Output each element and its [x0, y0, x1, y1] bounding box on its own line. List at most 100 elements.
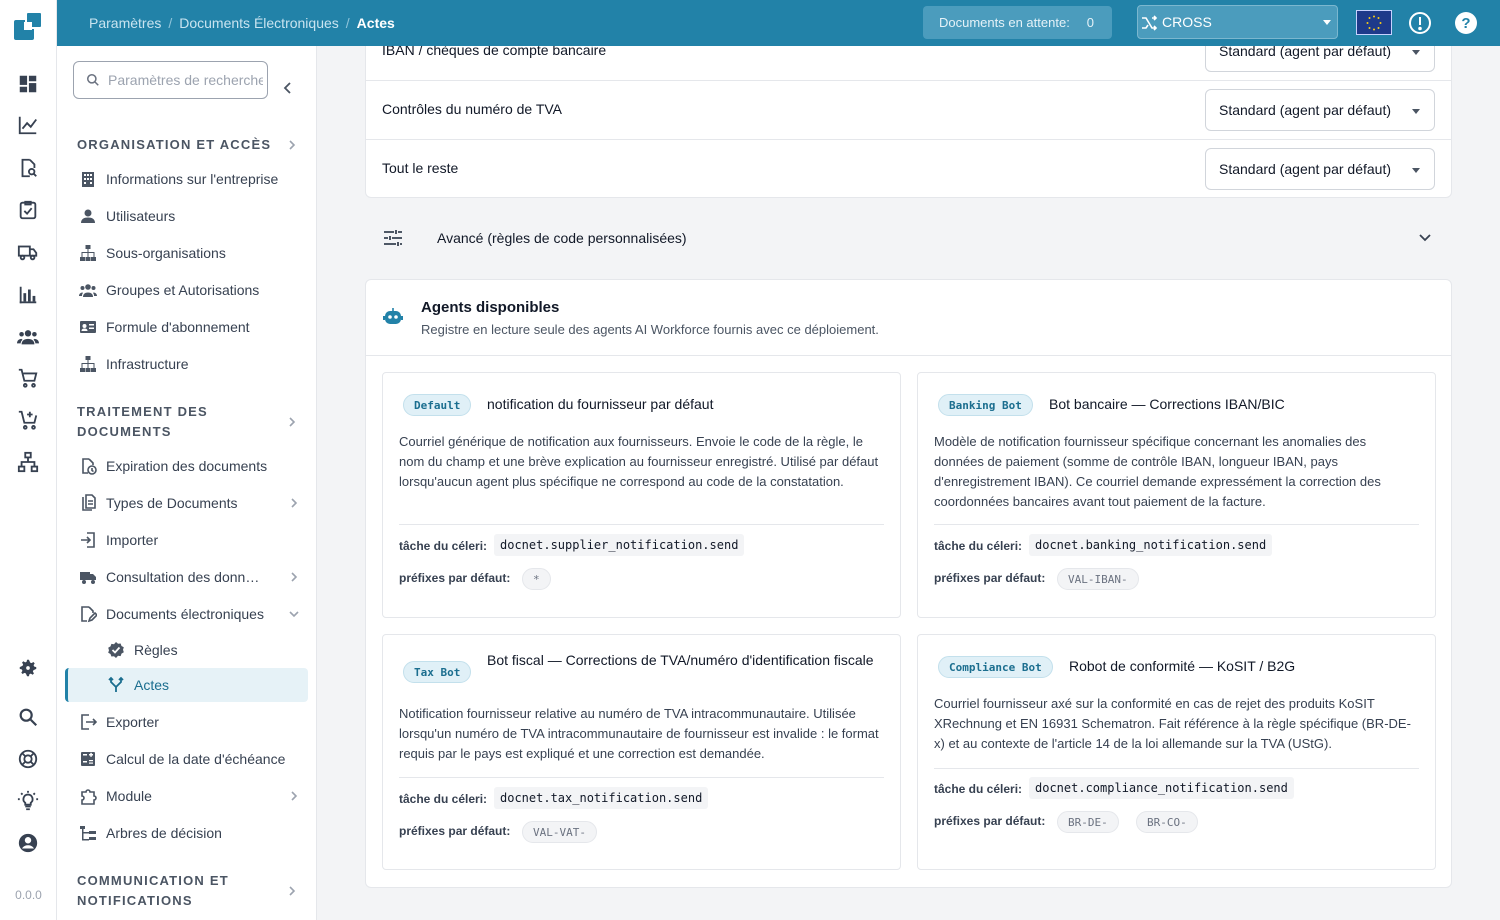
agent-card-banking: Banking Bot Bot bancaire — Corrections I… — [917, 372, 1436, 618]
hierarchy-icon — [80, 356, 96, 372]
documents-icon — [82, 494, 96, 511]
dashboard-icon[interactable] — [16, 72, 40, 96]
section-communication-notifications[interactable]: Communication et notifications — [77, 871, 297, 911]
search-icon — [86, 73, 99, 86]
pending-documents-count: 0 — [1086, 15, 1094, 30]
lightbulb-icon[interactable] — [16, 789, 40, 813]
agent-name: Bot fiscal — Corrections de TVA/numéro d… — [487, 652, 874, 668]
agent-description: Notification fournisseur relative au num… — [399, 706, 879, 761]
chevron-down-icon — [1412, 168, 1420, 173]
calculator-icon — [81, 752, 95, 766]
tenant-value: CROSS — [1162, 14, 1212, 30]
tenant-switch-icon — [1142, 15, 1158, 31]
tree-icon — [80, 826, 96, 841]
task-code: docnet.tax_notification.send — [494, 787, 709, 809]
add-cart-icon[interactable] — [16, 408, 40, 432]
sidebar-item-electronic-documents[interactable]: Documents électroniques — [79, 599, 307, 629]
settings-search-input[interactable] — [108, 72, 263, 88]
alert-icon[interactable] — [1408, 11, 1432, 35]
prefix-chip: BR-CO- — [1136, 811, 1198, 833]
agent-name: Robot de conformité — KoSIT / B2G — [1069, 658, 1296, 674]
routing-row-label: Tout le reste — [382, 160, 459, 176]
task-label: tâche du céleri: — [399, 792, 488, 806]
delivery-truck-icon[interactable] — [16, 240, 40, 264]
people-icon[interactable] — [16, 325, 40, 349]
prefix-chip: VAL-VAT- — [522, 821, 597, 843]
sidebar-item-actions[interactable]: Actes — [65, 668, 308, 702]
sidebar-item-document-types[interactable]: Types de Documents — [79, 488, 307, 518]
agent-card-default: Default notification du fournisseur par … — [382, 372, 901, 618]
sidebar-item-document-expiration[interactable]: Expiration des documents — [79, 451, 307, 481]
breadcrumb-settings[interactable]: Paramètres — [89, 15, 161, 31]
sidebar-item-decision-trees[interactable]: Arbres de décision — [79, 818, 307, 848]
task-code: docnet.banking_notification.send — [1029, 534, 1273, 556]
prefix-label: préfixes par défaut: — [934, 571, 1046, 585]
language-flag-eu-icon[interactable] — [1356, 10, 1392, 35]
chevron-right-icon — [291, 791, 298, 801]
advanced-rules-accordion[interactable]: Avancé (règles de code personnalisées) — [365, 213, 1452, 263]
agent-description: Modèle de notification fournisseur spéci… — [934, 434, 1381, 509]
settings-icon[interactable] — [16, 656, 40, 680]
sidebar-item-company-info[interactable]: Informations sur l'entreprise — [79, 164, 307, 194]
sidebar-item-infrastructure[interactable]: Infrastructure — [79, 349, 307, 379]
sidebar-item-export[interactable]: Exporter — [79, 707, 307, 737]
sidebar-item-subscription[interactable]: Formule d'abonnement — [79, 312, 307, 342]
sidebar-item-groups-permissions[interactable]: Groupes et Autorisations — [79, 275, 307, 305]
document-search-icon[interactable] — [16, 156, 40, 180]
agent-card-compliance: Compliance Bot Robot de conformité — KoS… — [917, 634, 1436, 870]
shopping-cart-icon[interactable] — [16, 366, 40, 390]
prefix-chip: BR-DE- — [1057, 811, 1119, 833]
task-label: tâche du céleri: — [934, 782, 1023, 796]
tenant-select[interactable]: CROSS — [1137, 5, 1338, 39]
chevron-down-icon — [1419, 234, 1431, 242]
sidebar-item-rules[interactable]: Règles — [107, 635, 307, 665]
prefix-chip: VAL-IBAN- — [1057, 568, 1139, 590]
prefix-chip: * — [522, 568, 551, 590]
routing-agent-select[interactable]: Standard (agent par défaut) — [1205, 89, 1435, 131]
group-icon — [79, 284, 97, 297]
building-icon — [82, 172, 94, 187]
settings-sidebar: Organisation et accès Informations sur l… — [57, 46, 317, 920]
breadcrumb-electronic-documents[interactable]: Documents Électroniques — [179, 15, 339, 31]
puzzle-icon — [81, 789, 97, 805]
account-icon[interactable] — [16, 831, 40, 855]
app-logo-icon[interactable] — [12, 10, 44, 42]
agent-badge: Compliance Bot — [938, 656, 1053, 678]
sidebar-item-module[interactable]: Module — [79, 781, 307, 811]
chevron-down-icon — [289, 611, 299, 618]
agent-name: Bot bancaire — Corrections IBAN/BIC — [1049, 396, 1285, 412]
top-bar: Paramètres / Documents Électroniques / A… — [57, 0, 1500, 46]
agent-badge: Default — [403, 394, 472, 416]
agent-description: Courriel générique de notification aux f… — [399, 434, 879, 489]
network-icon[interactable] — [16, 450, 40, 474]
sidebar-item-sub-organisations[interactable]: Sous-organisations — [79, 238, 307, 268]
agent-name: notification du fournisseur par défaut — [487, 396, 714, 412]
routing-agent-select[interactable]: Standard (agent par défaut) — [1205, 46, 1435, 72]
help-icon[interactable]: ? — [1454, 11, 1478, 35]
search-icon[interactable] — [16, 705, 40, 729]
tune-sliders-icon — [384, 230, 402, 246]
analytics-icon[interactable] — [16, 113, 40, 137]
export-icon — [81, 714, 97, 730]
import-icon — [81, 532, 95, 548]
task-checklist-icon[interactable] — [16, 198, 40, 222]
routing-agent-select[interactable]: Standard (agent par défaut) — [1205, 148, 1435, 190]
sidebar-item-data-lookup[interactable]: Consultation des données — [79, 562, 307, 592]
collapse-sidebar-icon[interactable] — [281, 81, 295, 95]
pending-documents-button[interactable]: Documents en attente: 0 — [923, 6, 1112, 39]
sidebar-item-import[interactable]: Importer — [79, 525, 307, 555]
id-card-icon — [80, 321, 96, 333]
prefix-label: préfixes par défaut: — [399, 824, 511, 838]
support-icon[interactable] — [16, 747, 40, 771]
task-label: tâche du céleri: — [934, 539, 1023, 553]
chevron-right-icon — [291, 498, 298, 508]
settings-search[interactable] — [73, 61, 268, 99]
section-organisation-access[interactable]: Organisation et accès — [77, 135, 297, 155]
sidebar-item-users[interactable]: Utilisateurs — [79, 201, 307, 231]
bar-chart-icon[interactable] — [16, 283, 40, 307]
section-document-processing[interactable]: Traitement des documents — [77, 402, 297, 442]
agents-title: Agents disponibles — [421, 299, 560, 316]
breadcrumb-current: Actes — [356, 15, 395, 31]
chevron-right-icon — [291, 572, 298, 582]
sidebar-item-due-date-calculation[interactable]: Calcul de la date d'échéance — [79, 744, 307, 774]
